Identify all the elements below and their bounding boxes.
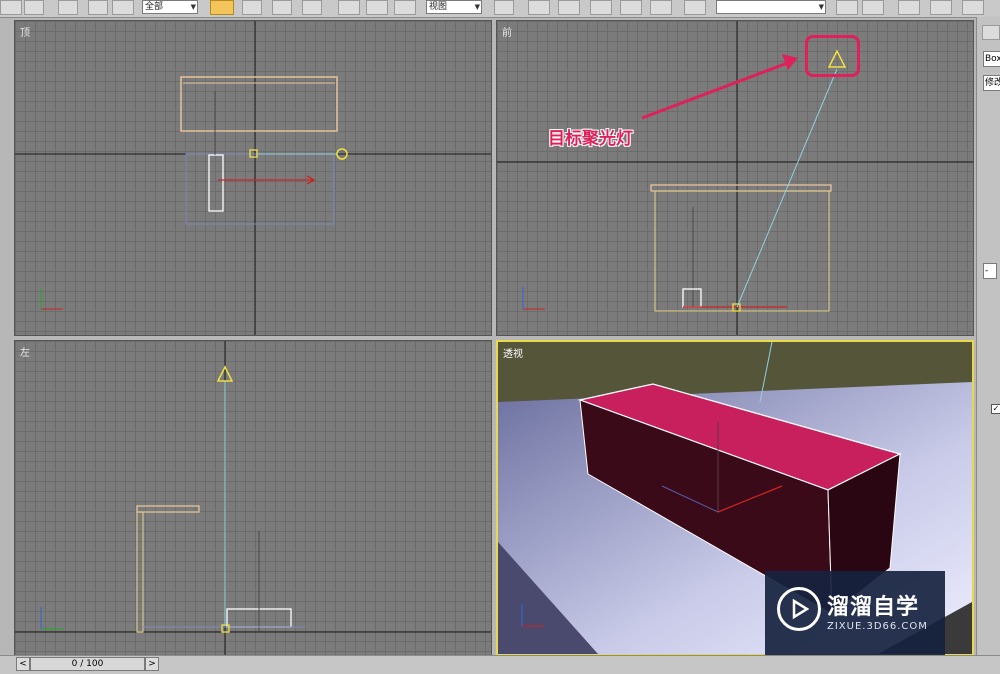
- watermark-name: 溜溜自学: [827, 595, 920, 620]
- reference-coord-value: 视图: [429, 2, 448, 12]
- unlink-icon[interactable]: [88, 0, 108, 15]
- top-view-scene: [15, 21, 491, 335]
- select-by-name-icon[interactable]: [242, 0, 262, 15]
- viewport-left[interactable]: 左: [14, 340, 492, 656]
- reference-coord-dropdown[interactable]: 视图: [426, 0, 482, 14]
- watermark: 溜溜自学 ZIXUE.3D66.COM: [765, 571, 945, 655]
- selection-filter-value: 全部: [145, 2, 164, 12]
- select-manipulate-icon[interactable]: [528, 0, 550, 15]
- viewport-top[interactable]: 顶: [14, 20, 492, 336]
- named-selection-dropdown[interactable]: [716, 0, 826, 14]
- time-slider[interactable]: 0 / 100: [30, 657, 145, 671]
- modifier-list-dropdown[interactable]: 修改: [983, 75, 1000, 91]
- viewport-front[interactable]: 前: [496, 20, 974, 336]
- main-toolbar: 全部 视图: [0, 0, 1000, 18]
- light-body-front[interactable]: [682, 288, 702, 308]
- annotation-label: 目标聚光灯: [548, 129, 633, 149]
- time-slider-bar: < 0 / 100 >: [0, 655, 1000, 674]
- bind-space-warp-icon[interactable]: [112, 0, 134, 15]
- watermark-url: ZIXUE.3D66.COM: [827, 621, 928, 632]
- left-view-scene: [15, 341, 491, 655]
- viewport-label-perspective[interactable]: 透视: [503, 345, 523, 360]
- filter-icon[interactable]: [24, 0, 44, 15]
- percent-snap-icon[interactable]: [620, 0, 642, 15]
- pivot-center-icon[interactable]: [494, 0, 514, 15]
- rect-selection-icon[interactable]: [272, 0, 292, 15]
- select-link-icon[interactable]: [58, 0, 78, 15]
- chevron-left-icon[interactable]: <: [16, 657, 30, 671]
- frame-readout: 0 / 100: [71, 659, 104, 669]
- mirror-icon[interactable]: [836, 0, 858, 15]
- light-body-top[interactable]: [208, 154, 224, 212]
- move-icon[interactable]: [338, 0, 360, 15]
- layer-manager-icon[interactable]: [898, 0, 920, 15]
- object-name-field[interactable]: Box: [983, 51, 1000, 67]
- target-line-front: [736, 68, 838, 308]
- curve-editor-icon[interactable]: [930, 0, 952, 15]
- rotate-icon[interactable]: [366, 0, 388, 15]
- selection-filter-dropdown[interactable]: 全部: [142, 0, 198, 14]
- create-tab-icon[interactable]: [982, 25, 1000, 40]
- front-view-scene: [497, 21, 973, 335]
- axis-gizmo-left: [40, 607, 63, 630]
- axis-gizmo-top: [40, 289, 63, 310]
- command-panel: Box 修改 -: [976, 17, 1000, 657]
- play-logo-icon: [777, 587, 821, 631]
- select-object-icon[interactable]: [210, 0, 234, 15]
- spinner-snap-icon[interactable]: [650, 0, 672, 15]
- align-icon[interactable]: [862, 0, 884, 15]
- window-crossing-icon[interactable]: [302, 0, 322, 15]
- schematic-view-icon[interactable]: [962, 0, 984, 15]
- undo-icon[interactable]: [0, 0, 22, 15]
- edit-named-selection-icon[interactable]: [684, 0, 706, 15]
- angle-snap-icon[interactable]: [590, 0, 612, 15]
- box-wireframe-left[interactable]: [136, 505, 200, 633]
- rollout-collapse-button[interactable]: -: [983, 263, 997, 279]
- scale-icon[interactable]: [394, 0, 416, 15]
- box-wireframe-top[interactable]: [180, 76, 338, 225]
- spotlight-highlight-box: [805, 35, 860, 77]
- panel-checkbox[interactable]: ✓: [991, 404, 1000, 414]
- chevron-right-icon[interactable]: >: [145, 657, 159, 671]
- box-wireframe-front[interactable]: [650, 184, 832, 312]
- modifier-list-value: 修改: [985, 78, 1000, 88]
- axis-gizmo-front: [522, 287, 545, 310]
- snap-toggle-icon[interactable]: [558, 0, 580, 15]
- object-name-value: Box: [985, 54, 1000, 64]
